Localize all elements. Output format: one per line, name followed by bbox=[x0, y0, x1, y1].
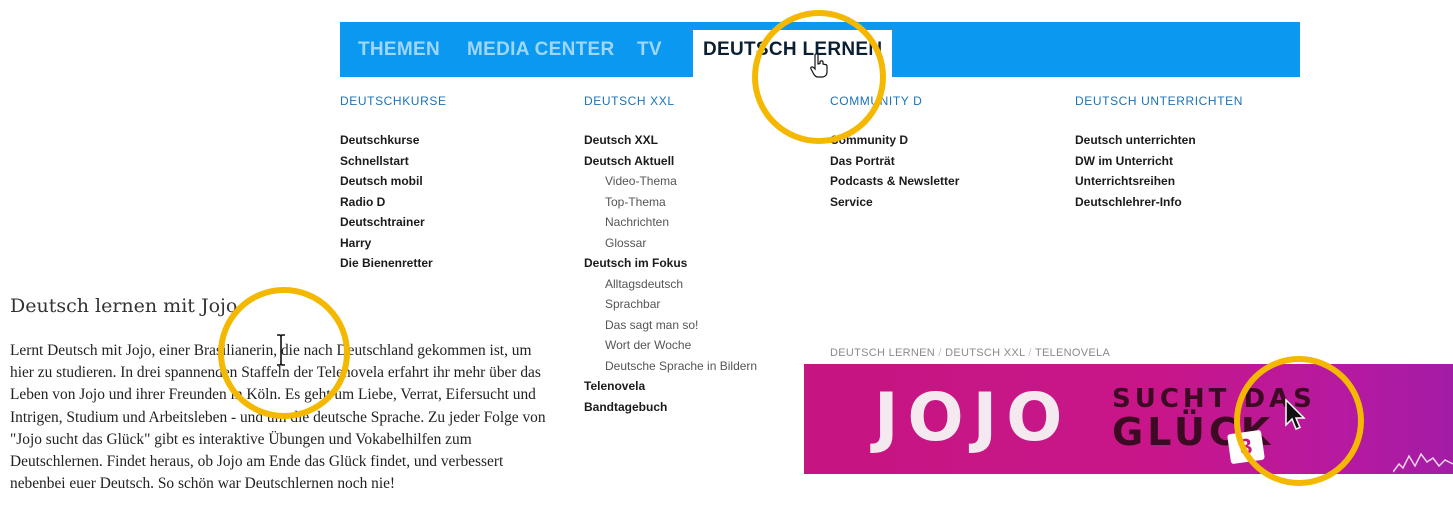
menu-item[interactable]: Podcasts & Newsletter bbox=[830, 171, 1060, 192]
menu-item[interactable]: Deutsch Aktuell bbox=[584, 151, 814, 172]
menu-subitem[interactable]: Sprachbar bbox=[584, 294, 814, 315]
menu-subitem[interactable]: Das sagt man so! bbox=[584, 315, 814, 336]
nav-media-center[interactable]: MEDIA CENTER bbox=[467, 39, 615, 61]
menu-list: Community D Das Porträt Podcasts & Newslet… bbox=[830, 130, 1060, 212]
menu-item[interactable]: Deutschkurse bbox=[340, 130, 570, 151]
menu-item[interactable]: Deutschtrainer bbox=[340, 212, 570, 233]
nav-deutsch-lernen[interactable]: DEUTSCH LERNEN bbox=[693, 30, 893, 77]
menu-subitem[interactable]: Glossar bbox=[584, 233, 814, 254]
menu-item[interactable]: Deutsch mobil bbox=[340, 171, 570, 192]
menu-subitem[interactable]: Alltagsdeutsch bbox=[584, 274, 814, 295]
menu-item[interactable]: Radio D bbox=[340, 192, 570, 213]
nav-themen[interactable]: THEMEN bbox=[358, 39, 440, 61]
menu-column-community-d: COMMUNITY D Community D Das Porträt Podcas… bbox=[830, 94, 1060, 212]
breadcrumb-deutsch-xxl[interactable]: DEUTSCH XXL bbox=[945, 347, 1025, 359]
menu-list: Deutsch unterrichten DW im Unterricht Unte… bbox=[1075, 130, 1305, 212]
menu-item[interactable]: Unterrichtsreihen bbox=[1075, 171, 1305, 192]
menu-subitem[interactable]: Wort der Woche bbox=[584, 335, 814, 356]
menu-item[interactable]: Community D bbox=[830, 130, 1060, 151]
menu-column-deutschkurse: DEUTSCHKURSE Deutschkurse Schnellstart Deu… bbox=[340, 94, 570, 274]
menu-item[interactable]: Schnellstart bbox=[340, 151, 570, 172]
hand-pointer-icon bbox=[810, 53, 828, 78]
article-title: Deutsch lernen mit Jojo bbox=[10, 295, 238, 317]
menu-list: Deutschkurse Schnellstart Deutsch mobil Rad… bbox=[340, 130, 570, 274]
menu-subitem[interactable]: Top-Thema bbox=[584, 192, 814, 213]
menu-item[interactable]: Deutsch XXL bbox=[584, 130, 814, 151]
menu-item[interactable]: Die Bienenretter bbox=[340, 253, 570, 274]
menu-heading[interactable]: DEUTSCH UNTERRICHTEN bbox=[1075, 94, 1305, 108]
menu-item[interactable]: Deutsch unterrichten bbox=[1075, 130, 1305, 151]
menu-item[interactable]: Deutschlehrer-Info bbox=[1075, 192, 1305, 213]
menu-column-deutsch-unterrichten: DEUTSCH UNTERRICHTEN Deutsch unterrichte… bbox=[1075, 94, 1305, 212]
menu-item[interactable]: DW im Unterricht bbox=[1075, 151, 1305, 172]
breadcrumb-deutsch-lernen[interactable]: DEUTSCH LERNEN bbox=[830, 347, 935, 359]
nav-tv[interactable]: TV bbox=[637, 39, 662, 61]
jojo-banner[interactable]: JOJO SUCHT DAS GLÜCK 3 bbox=[804, 364, 1453, 474]
menu-subitem[interactable]: Nachrichten bbox=[584, 212, 814, 233]
menu-column-deutsch-xxl: DEUTSCH XXL Deutsch XXL Deutsch Aktuell Vi… bbox=[584, 94, 814, 417]
banner-title: JOJO bbox=[874, 379, 1072, 456]
menu-item[interactable]: Harry bbox=[340, 233, 570, 254]
season-badge: 3 bbox=[1227, 429, 1265, 465]
menu-subitem[interactable]: Video-Thema bbox=[584, 171, 814, 192]
menu-subitem[interactable]: Deutsche Sprache in Bildern bbox=[584, 356, 814, 377]
menu-item[interactable]: Service bbox=[830, 192, 1060, 213]
menu-item[interactable]: Telenovela bbox=[584, 376, 814, 397]
menu-item[interactable]: Das Porträt bbox=[830, 151, 1060, 172]
menu-heading[interactable]: COMMUNITY D bbox=[830, 94, 1060, 108]
arrow-pointer-icon bbox=[1285, 398, 1306, 430]
menu-list: Deutsch XXL Deutsch Aktuell Video-Thema Top… bbox=[584, 130, 814, 417]
menu-heading[interactable]: DEUTSCHKURSE bbox=[340, 94, 570, 108]
breadcrumb: DEUTSCH LERNEN / DEUTSCH XXL / TELENOVEL… bbox=[830, 347, 1110, 359]
menu-item[interactable]: Deutsch im Fokus bbox=[584, 253, 814, 274]
menu-item[interactable]: Bandtagebuch bbox=[584, 397, 814, 418]
menu-heading[interactable]: DEUTSCH XXL bbox=[584, 94, 814, 108]
skyline-decoration bbox=[1393, 452, 1453, 473]
text-cursor-icon bbox=[277, 334, 285, 366]
breadcrumb-telenovela[interactable]: TELENOVELA bbox=[1035, 347, 1110, 359]
